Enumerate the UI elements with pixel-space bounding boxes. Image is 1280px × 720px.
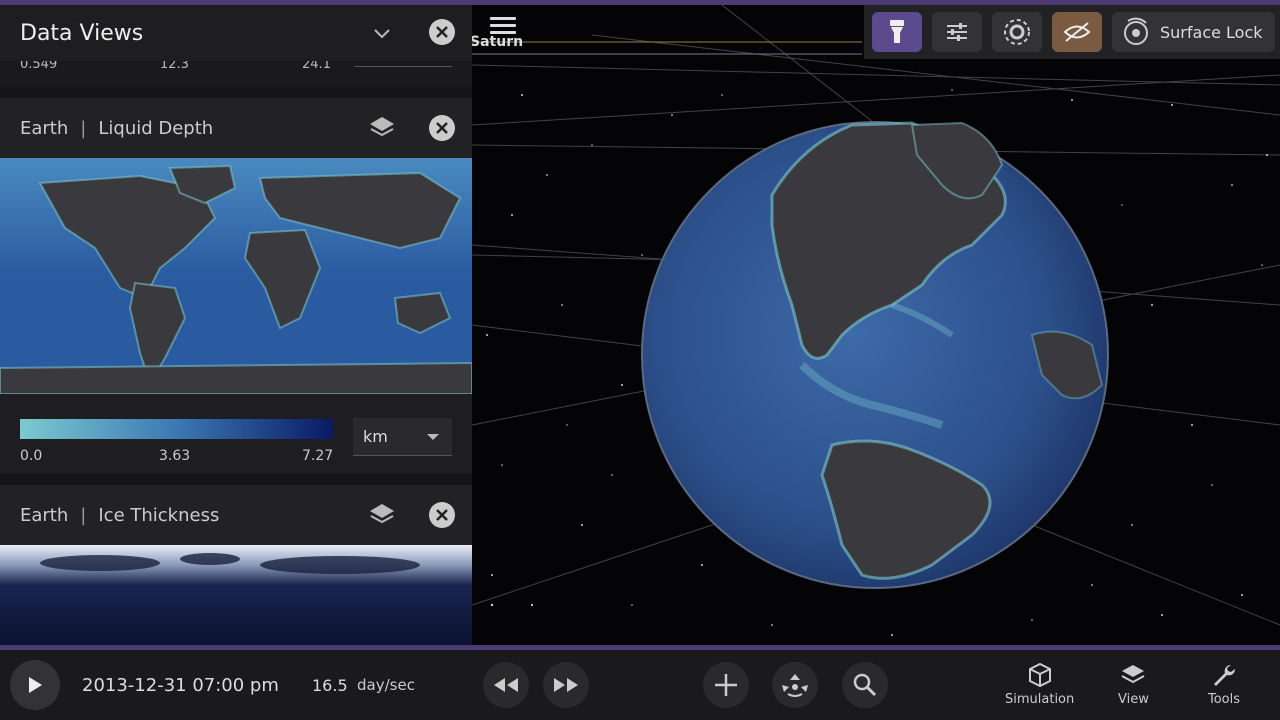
add-button[interactable]: [703, 662, 749, 708]
earth-globe[interactable]: [641, 121, 1109, 589]
play-icon: [29, 677, 42, 693]
flashlight-button[interactable]: [872, 12, 922, 52]
nav-tools-label: Tools: [1208, 692, 1241, 707]
target-body-label[interactable]: Saturn: [470, 34, 523, 50]
ice-thickness-map[interactable]: [0, 545, 472, 645]
fast-forward-icon: [554, 678, 578, 692]
data-views-panel: Data Views 0.549 12.3 24.1 Earth | Liqui…: [0, 5, 472, 645]
time-control-bar: 2013-12-31 07:00 pm 16.5 day/sec Simulat…: [0, 650, 1280, 720]
nav-view-label: View: [1118, 692, 1149, 707]
close-card-button[interactable]: [429, 502, 455, 528]
wrench-icon: [1214, 664, 1236, 686]
filters-button[interactable]: [932, 12, 982, 52]
world-map-liquid-depth: [0, 158, 472, 394]
recenter-icon: [782, 674, 808, 697]
card-header-liquid-depth: Earth | Liquid Depth: [0, 98, 472, 158]
surface-lock-button[interactable]: Surface Lock: [1112, 12, 1275, 52]
dropdown-arrow-icon: [427, 434, 439, 440]
card-layer-name: Ice Thickness: [98, 504, 220, 526]
play-button[interactable]: [10, 660, 60, 710]
close-icon: [436, 509, 448, 521]
nav-simulation[interactable]: Simulation: [1005, 662, 1074, 707]
world-map-ice-thickness: [0, 545, 472, 645]
cube-icon: [1028, 662, 1051, 688]
unit-select-value: km: [363, 427, 388, 446]
chevron-down-icon[interactable]: [372, 23, 392, 43]
search-icon: [853, 673, 877, 697]
layers-icon[interactable]: [368, 114, 396, 142]
visibility-toggle-button[interactable]: [1052, 12, 1102, 52]
search-button[interactable]: [842, 662, 888, 708]
sliders-icon: [947, 23, 967, 41]
nav-view[interactable]: View: [1118, 662, 1149, 707]
time-rate-value[interactable]: 16.5: [312, 676, 348, 695]
top-toolbar: Surface Lock: [864, 5, 1280, 59]
divider: [354, 66, 452, 67]
close-card-button[interactable]: [429, 115, 455, 141]
orbit-icon: [1004, 19, 1030, 45]
time-rate-unit[interactable]: day/sec: [357, 676, 415, 694]
nav-simulation-label: Simulation: [1005, 692, 1075, 707]
visibility-off-icon: [1063, 22, 1091, 42]
data-views-header: Data Views: [0, 5, 472, 61]
liquid-depth-map[interactable]: [0, 158, 472, 394]
legend-mid: 3.63: [159, 448, 191, 464]
legend-min: 0.0: [20, 448, 43, 464]
card-body-name: Earth: [20, 504, 69, 526]
plus-icon: [715, 674, 737, 696]
separator: |: [80, 504, 87, 526]
close-panel-button[interactable]: [429, 19, 455, 45]
surface-lock-label: Surface Lock: [1160, 22, 1263, 42]
fast-forward-button[interactable]: [543, 662, 589, 708]
orbit-button[interactable]: [992, 12, 1042, 52]
unit-select[interactable]: km: [353, 418, 452, 456]
nav-tools[interactable]: Tools: [1208, 662, 1240, 707]
panel-title: Data Views: [20, 20, 144, 46]
close-icon: [436, 122, 448, 134]
separator: |: [80, 117, 87, 139]
layers-icon: [1121, 665, 1145, 684]
globe-viewport[interactable]: [472, 5, 1280, 645]
color-legend: 0.0 3.63 7.27 km: [0, 394, 472, 474]
card-layer-name: Liquid Depth: [98, 117, 214, 139]
close-icon: [436, 26, 448, 38]
rewind-button[interactable]: [483, 662, 529, 708]
recenter-button[interactable]: [772, 662, 818, 708]
legend-max: 7.27: [302, 448, 334, 464]
surface-lock-icon: [1124, 17, 1148, 45]
starfield: [472, 5, 1280, 636]
flashlight-icon: [890, 20, 904, 43]
partial-data-row: 0.549 12.3 24.1: [0, 57, 472, 87]
color-gradient-bar: [20, 419, 333, 439]
card-body-name: Earth: [20, 117, 69, 139]
simulation-datetime[interactable]: 2013-12-31 07:00 pm: [82, 675, 279, 696]
layers-icon[interactable]: [368, 501, 396, 529]
rewind-icon: [494, 678, 518, 692]
card-header-ice-thickness: Earth | Ice Thickness: [0, 485, 472, 545]
